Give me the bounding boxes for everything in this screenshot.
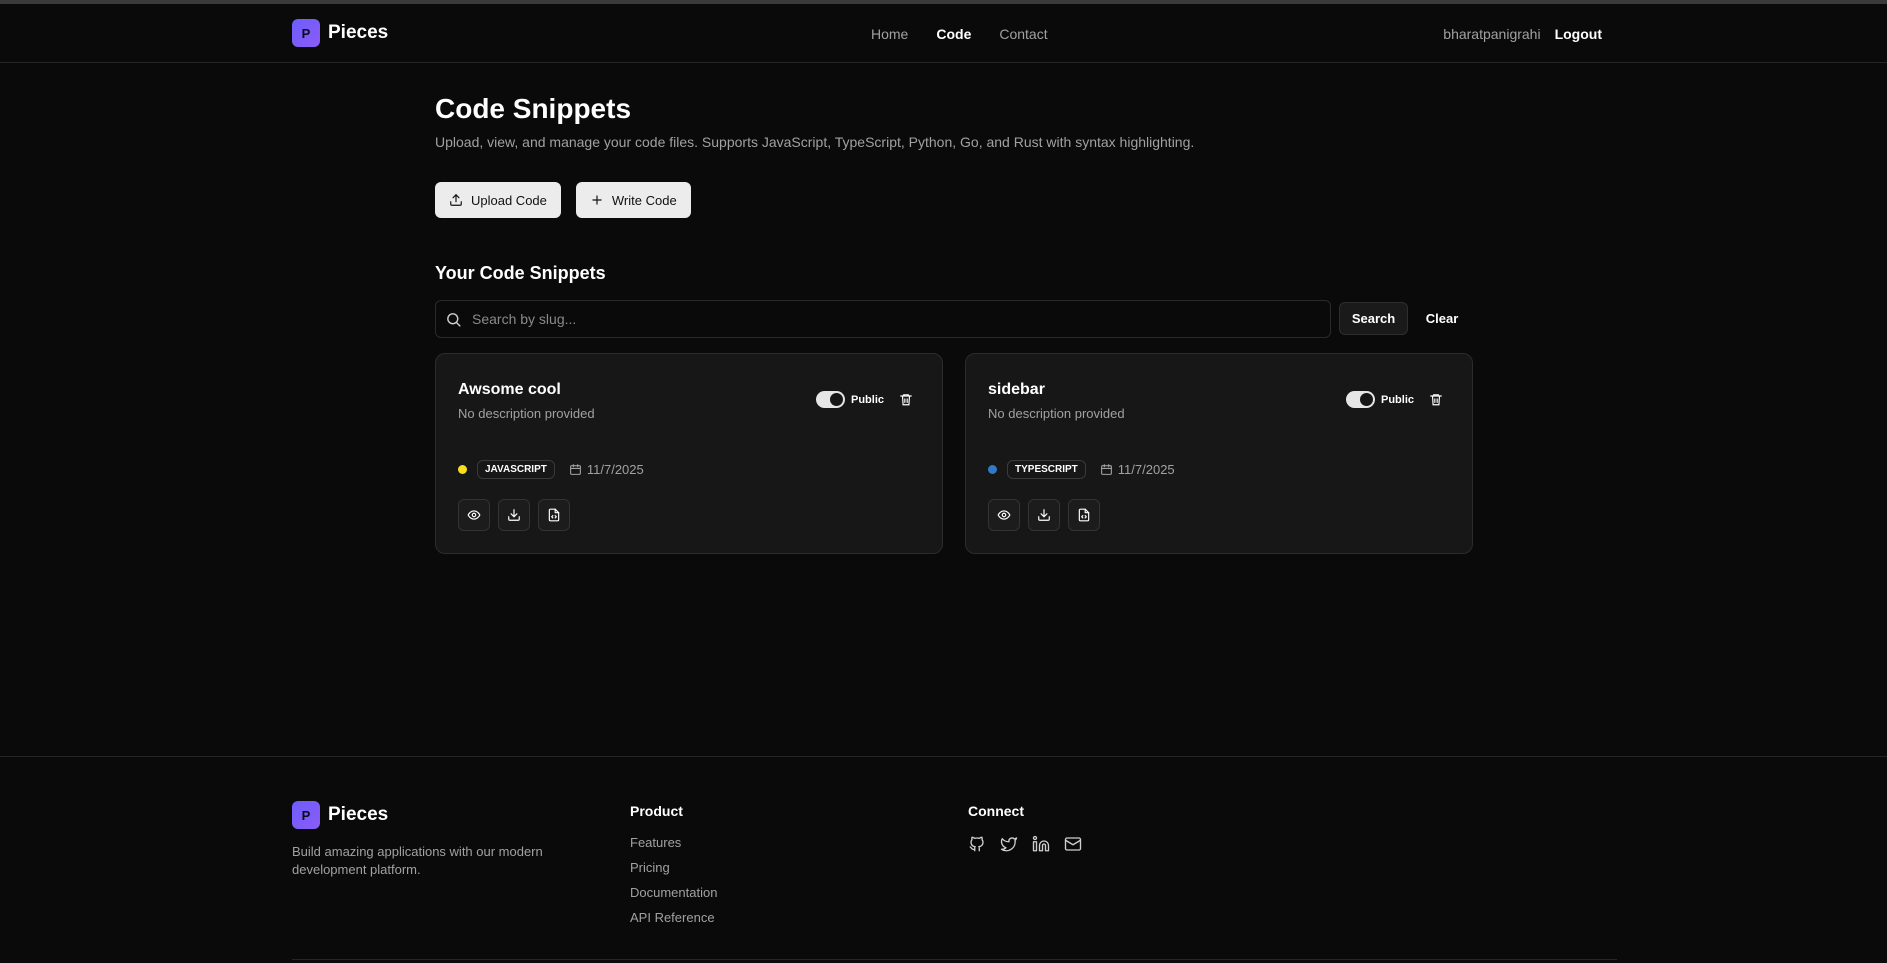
language-dot xyxy=(988,465,997,474)
snippet-meta: TYPESCRIPT 11/7/2025 xyxy=(988,460,1175,479)
github-icon[interactable] xyxy=(968,835,986,853)
view-button[interactable] xyxy=(458,499,490,531)
open-file-button[interactable] xyxy=(1068,499,1100,531)
calendar-icon xyxy=(1100,464,1112,475)
footer-product-heading: Product xyxy=(630,803,683,819)
language-badge: TYPESCRIPT xyxy=(1007,460,1086,479)
site-footer: P Pieces Build amazing applications with… xyxy=(0,756,1887,963)
snippet-description: No description provided xyxy=(458,406,595,421)
snippet-title: Awsome cool xyxy=(458,381,561,398)
logout-button[interactable]: Logout xyxy=(1555,26,1602,42)
upload-code-label: Upload Code xyxy=(471,192,547,208)
snippet-description: No description provided xyxy=(988,406,1125,421)
twitter-icon[interactable] xyxy=(1000,835,1018,853)
snippet-date: 11/7/2025 xyxy=(569,462,644,477)
social-links xyxy=(968,835,1082,853)
file-code-icon xyxy=(1078,508,1090,522)
language-dot xyxy=(458,465,467,474)
action-buttons: Upload Code Write Code xyxy=(435,182,691,218)
visibility-toggle-wrap: Public xyxy=(816,391,884,408)
file-code-icon xyxy=(548,508,560,522)
page-subtitle: Upload, view, and manage your code files… xyxy=(435,134,1195,150)
download-button[interactable] xyxy=(498,499,530,531)
snippet-actions xyxy=(458,499,570,531)
brand-link[interactable]: P Pieces xyxy=(292,19,388,47)
snippet-card: Awsome cool No description provided Publ… xyxy=(435,353,943,554)
section-title: Your Code Snippets xyxy=(435,263,606,283)
download-icon xyxy=(508,509,520,521)
snippet-grid: Awsome cool No description provided Publ… xyxy=(435,353,1473,554)
footer-connect-heading: Connect xyxy=(968,803,1024,819)
search-icon xyxy=(447,313,461,327)
eye-icon xyxy=(467,510,481,520)
trash-icon[interactable] xyxy=(1429,392,1443,407)
footer-brand[interactable]: P Pieces xyxy=(292,801,388,829)
footer-link-features[interactable]: Features xyxy=(630,835,717,851)
footer-link-pricing[interactable]: Pricing xyxy=(630,860,717,876)
footer-product-column: Product Features Pricing Documentation A… xyxy=(630,803,717,935)
write-code-label: Write Code xyxy=(611,192,677,208)
eye-icon xyxy=(997,510,1011,520)
site-header: P Pieces Home Code Contact bharatpanigra… xyxy=(0,4,1887,63)
snippet-card: sidebar No description provided Public T… xyxy=(965,353,1473,554)
footer-divider xyxy=(292,959,1617,960)
footer-brand-name: Pieces xyxy=(328,804,389,825)
clear-button[interactable]: Clear xyxy=(1417,302,1467,335)
trash-icon[interactable] xyxy=(899,392,913,407)
snippet-meta: JAVASCRIPT 11/7/2025 xyxy=(458,460,644,479)
footer-connect-column: Connect xyxy=(968,803,1082,853)
upload-icon xyxy=(450,194,462,206)
snippet-date: 11/7/2025 xyxy=(1100,462,1175,477)
search-input[interactable] xyxy=(472,301,1322,337)
upload-code-button[interactable]: Upload Code xyxy=(435,182,561,218)
search-button[interactable]: Search xyxy=(1339,302,1408,335)
footer-link-documentation[interactable]: Documentation xyxy=(630,885,717,901)
plus-icon xyxy=(592,195,602,205)
view-button[interactable] xyxy=(988,499,1020,531)
visibility-label: Public xyxy=(1381,393,1415,406)
visibility-toggle-wrap: Public xyxy=(1346,391,1414,408)
visibility-toggle[interactable] xyxy=(1346,391,1375,408)
footer-logo-icon: P xyxy=(292,801,320,829)
download-icon xyxy=(1038,509,1050,521)
brand-name: Pieces xyxy=(328,22,389,43)
brand-logo-icon: P xyxy=(292,19,320,47)
user-area: bharatpanigrahi Logout xyxy=(1443,26,1602,42)
snippet-date-text: 11/7/2025 xyxy=(586,462,644,477)
toggle-knob xyxy=(830,393,843,406)
main-nav: Home Code Contact xyxy=(871,26,1048,42)
download-button[interactable] xyxy=(1028,499,1060,531)
toggle-knob xyxy=(1360,393,1373,406)
nav-home[interactable]: Home xyxy=(871,26,908,42)
snippet-title: sidebar xyxy=(988,381,1045,398)
search-row: Search Clear xyxy=(435,300,1472,338)
footer-link-api-reference[interactable]: API Reference xyxy=(630,910,717,926)
username: bharatpanigrahi xyxy=(1443,26,1541,42)
mail-icon[interactable] xyxy=(1064,835,1082,853)
language-badge: JAVASCRIPT xyxy=(477,460,555,479)
visibility-label: Public xyxy=(851,393,885,406)
search-box xyxy=(435,300,1331,338)
nav-code[interactable]: Code xyxy=(936,26,971,42)
open-file-button[interactable] xyxy=(538,499,570,531)
snippet-date-text: 11/7/2025 xyxy=(1117,462,1175,477)
write-code-button[interactable]: Write Code xyxy=(575,182,691,218)
footer-description: Build amazing applications with our mode… xyxy=(292,844,543,877)
linkedin-icon[interactable] xyxy=(1032,835,1050,853)
calendar-icon xyxy=(569,464,581,475)
snippet-actions xyxy=(988,499,1100,531)
visibility-toggle[interactable] xyxy=(816,391,845,408)
nav-contact[interactable]: Contact xyxy=(999,26,1047,42)
page-title: Code Snippets xyxy=(435,93,632,124)
